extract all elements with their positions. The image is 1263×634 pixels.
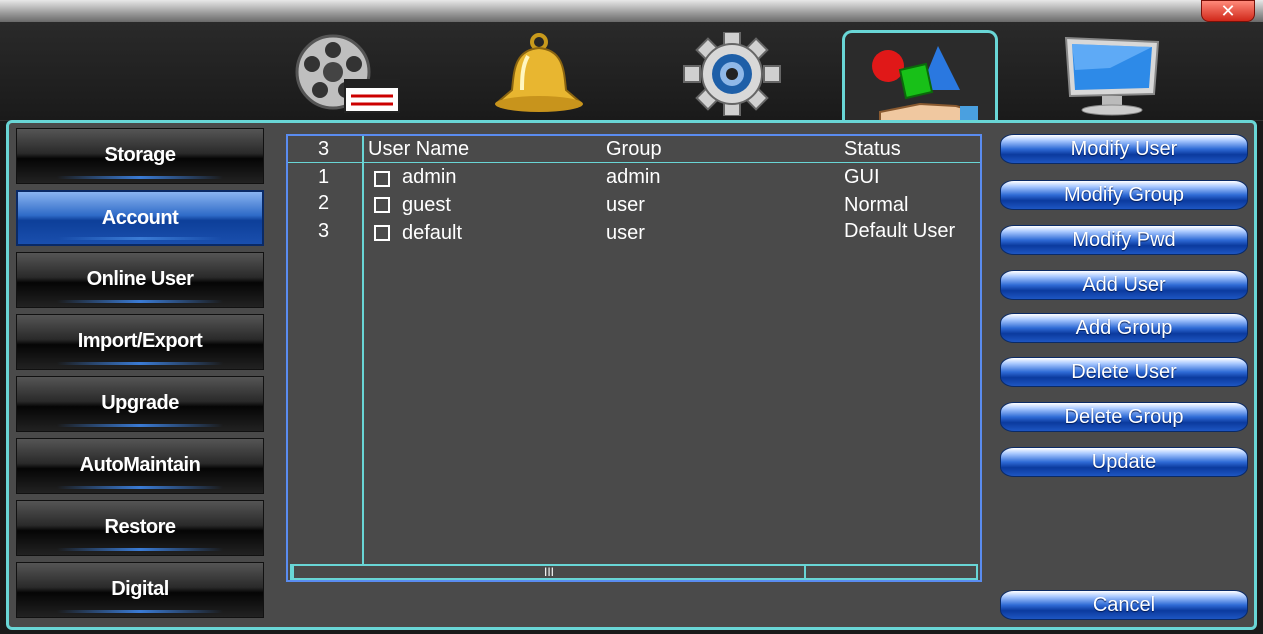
column-divider — [362, 136, 364, 564]
header-divider — [288, 162, 980, 163]
column-header-status[interactable]: Status — [844, 138, 980, 161]
add-group-button[interactable]: Add Group — [1000, 313, 1248, 343]
user-list[interactable]: 3 User Name Group Status 1 admin admin G… — [286, 134, 982, 582]
horizontal-scrollbar[interactable]: III — [290, 564, 978, 580]
sidebar-item-account[interactable]: Account — [16, 190, 264, 246]
sidebar-item-automaintain[interactable]: AutoMaintain — [16, 438, 264, 494]
row-group[interactable]: admin — [606, 166, 660, 189]
sidebar-item-upgrade[interactable]: Upgrade — [16, 376, 264, 432]
user-count: 3 — [318, 138, 330, 160]
row-status[interactable]: GUI — [844, 166, 980, 189]
bell-icon — [495, 33, 583, 112]
main-menu-toolbar — [0, 22, 1263, 139]
title-bar: ✕ — [0, 0, 1263, 22]
close-button[interactable]: ✕ — [1201, 0, 1255, 22]
row-checkbox[interactable] — [374, 225, 390, 241]
sidebar-item-label: AutoMaintain — [79, 454, 201, 476]
row-number: 3 — [318, 220, 330, 242]
row-group[interactable]: user — [606, 194, 645, 217]
film-reel-icon — [295, 34, 400, 113]
sidebar-item-label: Account — [101, 207, 179, 229]
column-header-user-name[interactable]: User Name — [368, 138, 469, 161]
sidebar-item-label: Digital — [111, 578, 169, 600]
sidebar-item-label: Storage — [104, 144, 176, 166]
tab-record[interactable] — [278, 30, 408, 118]
row-checkbox[interactable] — [374, 171, 390, 187]
row-status[interactable]: Default User — [844, 220, 980, 243]
sidebar-item-online-user[interactable]: Online User — [16, 252, 264, 308]
delete-group-button[interactable]: Delete Group — [1000, 402, 1248, 432]
scrollbar-thumb[interactable]: III — [292, 564, 806, 580]
sidebar-item-restore[interactable]: Restore — [16, 500, 264, 556]
column-header-group[interactable]: Group — [606, 138, 662, 161]
tab-info[interactable] — [1045, 30, 1175, 118]
row-number: 2 — [318, 192, 330, 214]
delete-user-button[interactable]: Delete User — [1000, 357, 1248, 387]
cancel-button[interactable]: Cancel — [1000, 590, 1248, 620]
row-user-name[interactable]: default — [402, 222, 462, 245]
tab-alarm[interactable] — [474, 30, 604, 118]
close-icon: ✕ — [1220, 1, 1236, 21]
tab-system[interactable] — [667, 30, 797, 118]
sidebar-item-label: Online User — [86, 268, 194, 290]
sidebar-item-label: Upgrade — [101, 392, 179, 414]
sidebar-item-import-export[interactable]: Import/Export — [16, 314, 264, 370]
sidebar-item-label: Import/Export — [77, 330, 203, 352]
modify-group-button[interactable]: Modify Group — [1000, 180, 1248, 210]
row-user-name[interactable]: admin — [402, 166, 456, 189]
modify-pwd-button[interactable]: Modify Pwd — [1000, 225, 1248, 255]
shapes-hand-icon — [872, 46, 978, 128]
add-user-button[interactable]: Add User — [1000, 270, 1248, 300]
sidebar-item-label: Restore — [104, 516, 176, 538]
row-number: 1 — [318, 166, 330, 188]
row-group[interactable]: user — [606, 222, 645, 245]
row-status[interactable]: Normal — [844, 194, 980, 217]
row-checkbox[interactable] — [374, 197, 390, 213]
sidebar-item-digital[interactable]: Digital — [16, 562, 264, 618]
row-user-name[interactable]: guest — [402, 194, 451, 217]
gear-icon — [683, 32, 781, 116]
monitor-icon — [1064, 36, 1160, 116]
update-button[interactable]: Update — [1000, 447, 1248, 477]
sidebar-item-storage[interactable]: Storage — [16, 128, 264, 184]
modify-user-button[interactable]: Modify User — [1000, 134, 1248, 164]
